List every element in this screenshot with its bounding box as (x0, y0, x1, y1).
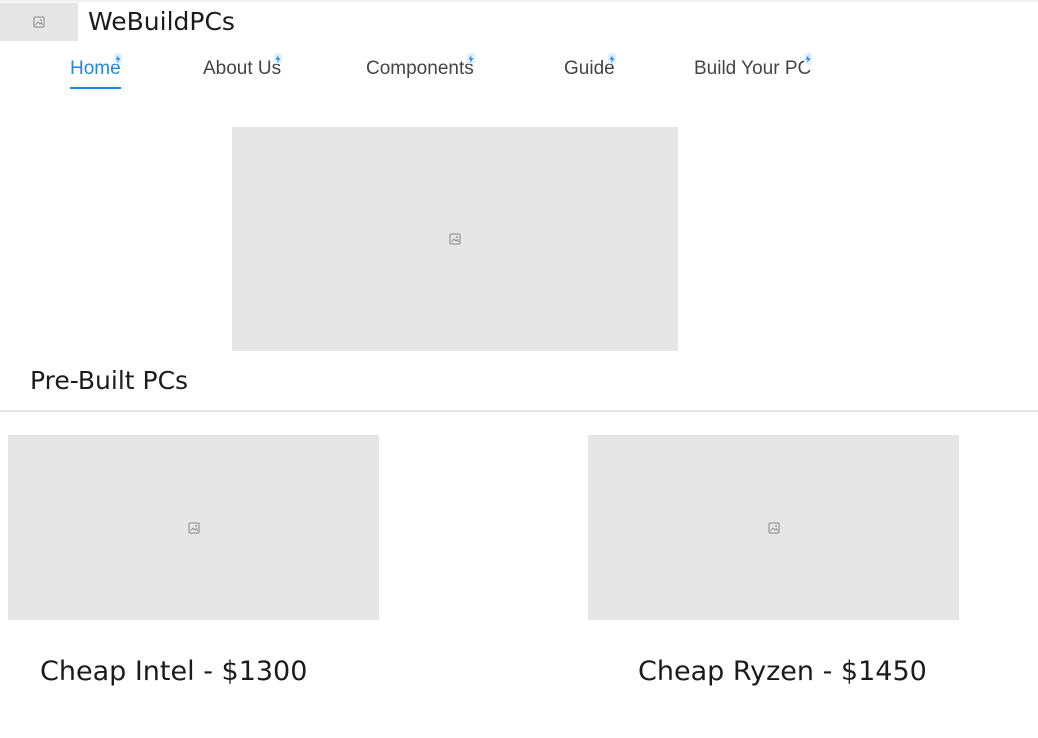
product-card-image-ryzen[interactable] (588, 435, 959, 620)
bolt-icon (274, 53, 283, 64)
nav-item-build-your-pc[interactable]: Build Your PC (694, 53, 813, 80)
nav-item-label: Build Your PC (694, 58, 812, 79)
nav-item-label: About Us (203, 58, 282, 79)
logo-image[interactable] (0, 3, 78, 41)
top-border (0, 0, 1038, 2)
nav-item-components[interactable]: Components (366, 53, 475, 80)
bolt-icon (804, 53, 813, 64)
image-placeholder-icon (449, 233, 461, 245)
bolt-icon (466, 53, 475, 64)
section-divider (0, 410, 1038, 412)
image-placeholder-icon (188, 522, 199, 533)
nav-item-guide[interactable]: Guide (564, 53, 616, 80)
product-card-label-intel[interactable]: Cheap Intel - $1300 (40, 656, 307, 687)
nav-item-about-us[interactable]: About Us (203, 53, 283, 80)
bolt-icon (607, 53, 616, 64)
site-brand[interactable]: WeBuildPCs (88, 7, 235, 36)
nav-item-home[interactable]: Home (70, 53, 122, 89)
image-placeholder-icon (33, 16, 45, 28)
active-underline (70, 87, 121, 89)
image-placeholder-icon (768, 522, 779, 533)
nav-item-label: Components (366, 58, 474, 79)
bolt-icon (113, 53, 122, 64)
section-title: Pre-Built PCs (30, 366, 189, 395)
hero-image (232, 127, 678, 351)
product-card-label-ryzen[interactable]: Cheap Ryzen - $1450 (638, 656, 927, 687)
product-card-image-intel[interactable] (8, 435, 379, 620)
